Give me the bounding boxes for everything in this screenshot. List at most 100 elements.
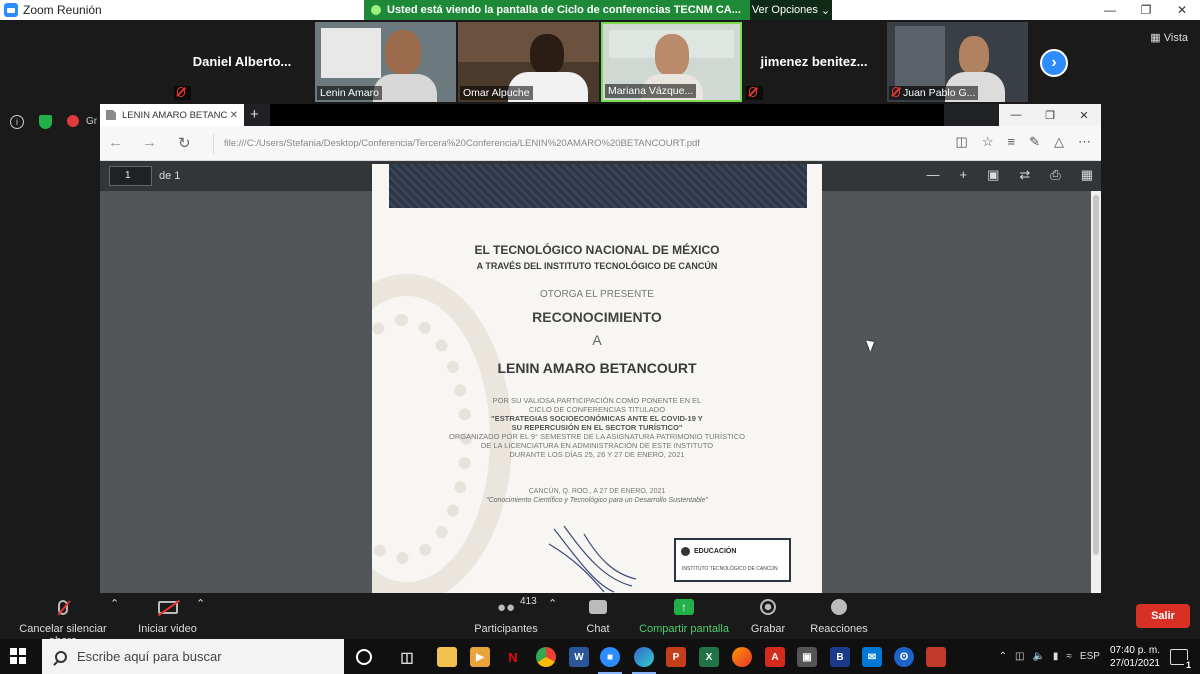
recording-icon bbox=[67, 115, 79, 127]
excel-icon[interactable]: X bbox=[699, 647, 719, 667]
certificate-header-band bbox=[389, 164, 807, 208]
reactions-button[interactable]: Reacciones bbox=[810, 597, 868, 635]
zoom-in-icon[interactable]: + bbox=[960, 167, 968, 183]
acrobat-icon[interactable]: A bbox=[765, 647, 785, 667]
meet-now-icon[interactable]: ◫ bbox=[1015, 651, 1024, 662]
poster-background bbox=[321, 28, 381, 78]
browser-close-button[interactable]: ✕ bbox=[1067, 104, 1101, 126]
netflix-icon[interactable]: N bbox=[503, 647, 523, 667]
certificate-grants: OTORGA EL PRESENTE bbox=[540, 289, 654, 300]
start-video-button[interactable]: Iniciar video bbox=[130, 597, 205, 635]
security-shield-icon[interactable] bbox=[39, 115, 52, 129]
certificate-body-line: "ESTRATEGIAS SOCIOECONÓMICAS ANTE EL COV… bbox=[491, 414, 703, 423]
participant-tile[interactable]: Omar Alpuche bbox=[458, 22, 599, 102]
video-options-caret[interactable]: ⌃ bbox=[196, 597, 205, 610]
collections-icon[interactable]: ≡ bbox=[1008, 134, 1016, 150]
rotate-icon[interactable]: ⇄ bbox=[1019, 167, 1030, 183]
windows-start-icon[interactable] bbox=[10, 648, 26, 664]
record-button[interactable]: Grabar bbox=[748, 597, 788, 635]
video-gallery-strip: Daniel Alberto... Lenin Amaro Omar Alpuc… bbox=[0, 20, 1200, 104]
audio-options-caret[interactable]: ⌃ bbox=[110, 597, 119, 610]
chat-button[interactable]: Chat bbox=[578, 597, 618, 635]
participant-name: Mariana Vázque... bbox=[605, 84, 697, 98]
close-tab-icon[interactable]: ✕ bbox=[230, 110, 238, 121]
participant-tile[interactable]: Juan Pablo G... bbox=[887, 22, 1028, 102]
powerpoint-icon[interactable]: P bbox=[666, 647, 686, 667]
new-tab-button[interactable]: + bbox=[250, 106, 259, 123]
chat-label: Chat bbox=[586, 623, 610, 635]
leave-meeting-button[interactable]: Salir bbox=[1136, 604, 1190, 628]
reading-view-icon[interactable]: ◫ bbox=[956, 134, 968, 150]
participant-video bbox=[655, 34, 689, 76]
cortana-icon[interactable] bbox=[356, 649, 372, 665]
zoom-taskbar-icon[interactable]: ■ bbox=[600, 647, 620, 667]
scrollbar-thumb[interactable] bbox=[1093, 195, 1099, 555]
word-icon[interactable]: W bbox=[569, 647, 589, 667]
next-page-button[interactable]: › bbox=[1040, 49, 1068, 77]
clock-date: 27/01/2021 bbox=[1109, 657, 1160, 669]
show-hidden-icons-icon[interactable]: ⌃ bbox=[999, 651, 1007, 662]
page-number-input[interactable]: 1 bbox=[109, 166, 152, 186]
participant-tile[interactable]: Daniel Alberto... bbox=[172, 22, 312, 102]
taskbar-clock[interactable]: 07:40 p. m. 27/01/2021 bbox=[1110, 644, 1160, 670]
tabbar-blank bbox=[270, 104, 944, 126]
browser-toolbar: ◫ ☆ ≡ ✎ △ ⋯ bbox=[956, 134, 1091, 150]
reactions-label: Reacciones bbox=[810, 623, 868, 635]
browser-minimize-button[interactable]: — bbox=[999, 104, 1033, 126]
pinned-app-icon[interactable] bbox=[926, 647, 946, 667]
view-options-button[interactable]: Ver Opciones ⌄ bbox=[750, 0, 832, 20]
close-button[interactable]: ✕ bbox=[1164, 0, 1200, 20]
store-icon[interactable]: ▣ bbox=[797, 647, 817, 667]
browser-tab[interactable]: LENIN AMARO BETANC ✕ bbox=[100, 104, 244, 126]
share-screen-button[interactable]: ↑ Compartir pantalla bbox=[638, 597, 730, 635]
file-explorer-icon[interactable] bbox=[437, 647, 457, 667]
participant-tile-active-speaker[interactable]: Mariana Vázque... bbox=[601, 22, 742, 102]
bluetooth-icon[interactable]: ʘ bbox=[894, 647, 914, 667]
minimize-button[interactable]: — bbox=[1092, 0, 1128, 20]
info-icon[interactable]: i bbox=[10, 115, 24, 129]
participant-name: Omar Alpuche bbox=[460, 86, 533, 100]
browser-window-controls: — ❐ ✕ bbox=[999, 104, 1101, 126]
firefox-icon[interactable] bbox=[732, 647, 752, 667]
wifi-icon[interactable]: ≈ bbox=[1066, 651, 1072, 662]
mail-icon[interactable]: ✉ bbox=[862, 647, 882, 667]
certificate-body-line: CICLO DE CONFERENCIAS TITULADO bbox=[528, 405, 666, 414]
muted-indicator bbox=[174, 86, 191, 100]
participants-caret[interactable]: ⌃ bbox=[548, 597, 557, 610]
battery-icon[interactable]: ▮ bbox=[1053, 651, 1059, 662]
forward-arrow-icon[interactable]: → bbox=[142, 134, 157, 151]
app-b-icon[interactable]: B bbox=[830, 647, 850, 667]
annotate-icon[interactable]: ✎ bbox=[1029, 134, 1040, 150]
signature-graphic bbox=[548, 525, 637, 593]
language-indicator[interactable]: ESP bbox=[1080, 651, 1100, 662]
participant-label: Juan Pablo G... bbox=[889, 86, 979, 100]
reactions-emoji-icon bbox=[831, 599, 847, 615]
edge-icon[interactable] bbox=[634, 647, 654, 667]
participant-tile[interactable]: jimenez benitez... bbox=[744, 22, 884, 102]
restore-button[interactable]: ❐ bbox=[1128, 0, 1164, 20]
media-player-icon[interactable]: ▶ bbox=[470, 647, 490, 667]
notifications-icon[interactable]: 1 bbox=[1170, 648, 1193, 670]
browser-restore-button[interactable]: ❐ bbox=[1033, 104, 1067, 126]
participants-count: 413 bbox=[520, 596, 537, 607]
pdf-scrollbar[interactable] bbox=[1091, 191, 1101, 593]
reload-icon[interactable]: ↻ bbox=[178, 134, 191, 152]
back-arrow-icon[interactable]: ← bbox=[108, 134, 123, 151]
zoom-out-icon[interactable]: — bbox=[927, 167, 940, 183]
volume-icon[interactable]: 🔈 bbox=[1032, 651, 1044, 662]
taskbar-search-box[interactable]: Escribe aquí para buscar bbox=[42, 639, 344, 674]
shield-icon bbox=[371, 5, 381, 15]
participant-name: jimenez benitez... bbox=[760, 54, 868, 69]
zoom-app-icon bbox=[4, 3, 18, 17]
fit-page-icon[interactable]: ▣ bbox=[987, 167, 999, 183]
print-icon[interactable]: ⎙ bbox=[1050, 167, 1060, 183]
save-icon[interactable]: ▦ bbox=[1081, 167, 1093, 183]
url-field[interactable]: file:///C:/Users/Stefania/Desktop/Confer… bbox=[213, 134, 903, 154]
share-icon[interactable]: △ bbox=[1054, 134, 1064, 150]
view-button[interactable]: ▦ Vista bbox=[1150, 31, 1188, 44]
task-view-icon[interactable]: ◫ bbox=[397, 647, 417, 667]
participant-tile[interactable]: Lenin Amaro bbox=[315, 22, 456, 102]
favorite-star-icon[interactable]: ☆ bbox=[982, 134, 994, 150]
chrome-icon[interactable] bbox=[536, 647, 556, 667]
more-icon[interactable]: ⋯ bbox=[1078, 134, 1091, 150]
